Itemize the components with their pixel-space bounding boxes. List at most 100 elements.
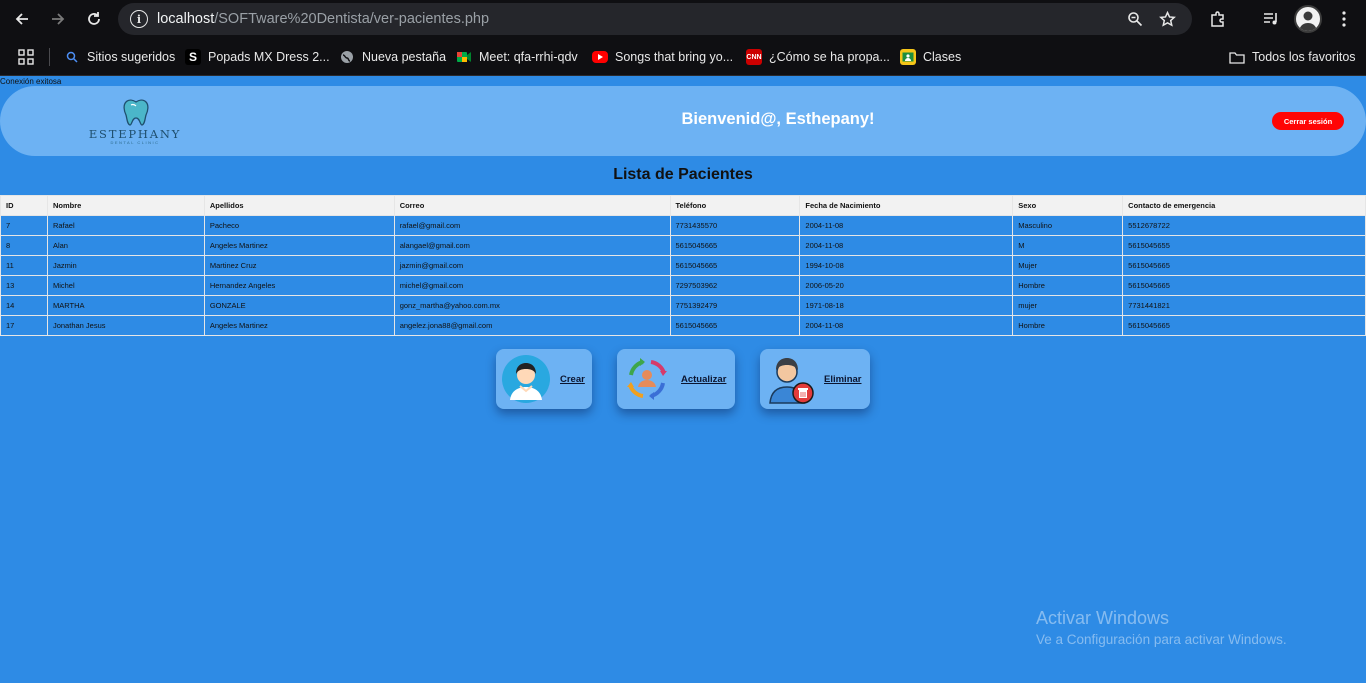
table-cell: GONZALE	[203, 295, 395, 316]
table-cell: 5615045665	[669, 235, 801, 256]
column-header: Fecha de Nacimiento	[799, 195, 1014, 216]
table-cell: mujer	[1012, 295, 1124, 316]
bookmark-cnn[interactable]: CNN ¿Cómo se ha propa...	[746, 48, 890, 66]
table-cell: gonz_martha@yahoo.com.mx	[393, 295, 671, 316]
logo-subtitle: DENTAL CLINIC	[110, 140, 160, 145]
create-patient-button[interactable]: Crear	[496, 349, 592, 409]
bookmark-all-favorites[interactable]: Todos los favoritos	[1229, 48, 1356, 66]
table-cell: 5512678722	[1122, 215, 1366, 236]
table-cell: 2004-11-08	[799, 315, 1014, 336]
column-header: Sexo	[1012, 195, 1124, 216]
table-cell: 5615045665	[1122, 255, 1366, 276]
delete-label[interactable]: Eliminar	[824, 374, 862, 385]
cnn-icon: CNN	[746, 49, 762, 65]
table-cell: 5615045665	[669, 255, 801, 276]
welcome-message: Bienvenid@, Esthepany!	[681, 110, 875, 128]
reload-icon[interactable]	[82, 7, 106, 31]
table-row: 13 Michel Hernandez Angeles michel@gmail…	[0, 275, 1366, 296]
bookmark-label: Popads MX Dress 2...	[208, 50, 330, 64]
url-text[interactable]: localhost/SOFTware%20Dentista/ver-pacien…	[157, 11, 489, 27]
table-cell: Angeles Martinez	[203, 235, 395, 256]
table-cell: 17	[0, 315, 48, 336]
create-label[interactable]: Crear	[560, 374, 585, 385]
refresh-user-icon	[620, 352, 674, 406]
bookmark-clases[interactable]: Clases	[900, 48, 961, 66]
table-cell: 14	[0, 295, 48, 316]
zoom-icon[interactable]	[1126, 10, 1144, 28]
bookmark-youtube[interactable]: Songs that bring yo...	[592, 48, 733, 66]
apps-icon[interactable]	[18, 48, 34, 66]
table-cell: 5615045665	[1122, 275, 1366, 296]
watermark-title: Activar Windows	[1036, 608, 1170, 628]
bookmark-star-icon[interactable]	[1158, 10, 1176, 28]
windows-activation-watermark: Activar Windows Ve a Configuración para …	[1036, 608, 1287, 647]
bookmark-sitios-sugeridos[interactable]: Sitios sugeridos	[64, 48, 175, 66]
bookmark-label: Todos los favoritos	[1252, 50, 1356, 64]
bookmark-nueva-pestana[interactable]: Nueva pestaña	[339, 48, 446, 66]
table-cell: 8	[0, 235, 48, 256]
bookmark-popads[interactable]: S Popads MX Dress 2...	[185, 48, 330, 66]
page-content: Conexión exitosa ESTEPHANY DENTAL CLINIC…	[0, 77, 1366, 683]
table-row: 7 Rafael Pacheco rafael@gmail.com 773143…	[0, 215, 1366, 236]
column-header: Nombre	[46, 195, 205, 216]
user-add-icon	[499, 352, 553, 406]
table-cell: M	[1012, 235, 1124, 256]
browser-toolbar: i localhost/SOFTware%20Dentista/ver-paci…	[0, 0, 1366, 38]
page-title: Lista de Pacientes	[613, 166, 753, 183]
profile-avatar[interactable]	[1294, 5, 1322, 33]
table-cell: 5615045665	[1122, 315, 1366, 336]
table-cell: Hombre	[1012, 315, 1124, 336]
table-cell: Martinez Cruz	[203, 255, 395, 276]
table-cell: 2004-11-08	[799, 235, 1014, 256]
delete-patient-button[interactable]: Eliminar	[760, 349, 870, 409]
folder-icon	[1229, 49, 1245, 65]
bookmark-label: ¿Cómo se ha propa...	[769, 50, 890, 64]
table-cell: 5615045665	[669, 315, 801, 336]
update-patient-button[interactable]: Actualizar	[617, 349, 735, 409]
table-cell: Alan	[46, 235, 205, 256]
bookmark-label: Meet: qfa-rrhi-qdv	[479, 50, 578, 64]
globe-icon	[339, 49, 355, 65]
table-cell: 7731441821	[1122, 295, 1366, 316]
site-header: ESTEPHANY DENTAL CLINIC Bienvenid@, Esth…	[0, 86, 1366, 156]
address-bar[interactable]: i localhost/SOFTware%20Dentista/ver-paci…	[118, 3, 1192, 35]
tooth-icon	[123, 99, 149, 126]
table-cell: Masculino	[1012, 215, 1124, 236]
media-control-icon[interactable]	[1261, 9, 1281, 29]
s-favicon: S	[185, 49, 201, 65]
table-cell: 13	[0, 275, 48, 296]
table-cell: Jazmin	[46, 255, 205, 276]
patients-table: ID Nombre Apellidos Correo Teléfono Fech…	[0, 195, 1366, 336]
table-row: 14 MARTHA GONZALE gonz_martha@yahoo.com.…	[0, 295, 1366, 316]
site-info-icon[interactable]: i	[130, 10, 148, 28]
table-cell: angelez.jona88@gmail.com	[393, 315, 671, 336]
bookmark-label: Nueva pestaña	[362, 50, 447, 64]
column-header: Apellidos	[203, 195, 395, 216]
table-cell: rafael@gmail.com	[393, 215, 671, 236]
meet-icon	[456, 49, 472, 65]
forward-icon[interactable]	[46, 7, 70, 31]
bookmark-label: Clases	[923, 50, 962, 64]
table-cell: MARTHA	[46, 295, 205, 316]
bookmarks-bar: Sitios sugeridos S Popads MX Dress 2... …	[0, 38, 1366, 76]
table-cell: Michel	[46, 275, 205, 296]
table-cell: 5615045655	[1122, 235, 1366, 256]
logo-name: ESTEPHANY	[88, 127, 182, 141]
clinic-logo: ESTEPHANY DENTAL CLINIC	[84, 96, 186, 146]
table-cell: Mujer	[1012, 255, 1124, 276]
table-cell: 1971-08-18	[799, 295, 1014, 316]
extensions-icon[interactable]	[1208, 9, 1228, 29]
table-cell: 7751392479	[669, 295, 801, 316]
update-label[interactable]: Actualizar	[681, 374, 726, 385]
table-cell: Jonathan Jesus	[46, 315, 205, 336]
classroom-icon	[900, 49, 916, 65]
bookmarks-separator	[49, 48, 50, 66]
table-cell: Hombre	[1012, 275, 1124, 296]
logout-button[interactable]: Cerrar sesión	[1272, 112, 1344, 130]
back-icon[interactable]	[10, 7, 34, 31]
table-cell: 7731435570	[669, 215, 801, 236]
connection-status: Conexión exitosa	[0, 77, 62, 86]
bookmark-meet[interactable]: Meet: qfa-rrhi-qdv	[456, 48, 578, 66]
user-delete-icon	[763, 352, 817, 406]
more-menu-icon[interactable]	[1334, 9, 1354, 29]
